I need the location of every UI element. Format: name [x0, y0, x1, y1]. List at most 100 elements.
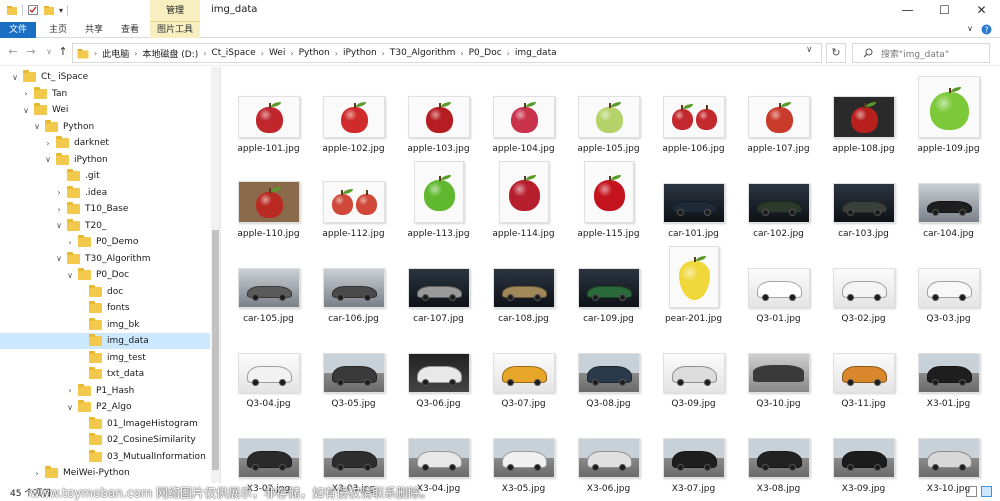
- chevron-down-icon[interactable]: ∨: [65, 271, 75, 280]
- file-item[interactable]: Q3-02.jpg: [821, 240, 906, 326]
- thumbnail[interactable]: [322, 181, 385, 223]
- file-item[interactable]: Q3-08.jpg: [566, 325, 651, 411]
- breadcrumb-item[interactable]: P0_Doc: [469, 48, 502, 58]
- tree-item[interactable]: › T10_Base: [0, 201, 210, 217]
- thumbnail[interactable]: [413, 161, 464, 223]
- details-view-icon[interactable]: [966, 486, 977, 497]
- file-list[interactable]: apple-101.jpg apple-102.jpg apple-103.jpg a…: [226, 70, 996, 494]
- thumbnail[interactable]: [322, 353, 385, 393]
- tree-item[interactable]: ∨ Python: [0, 119, 210, 135]
- thumbnail[interactable]: [832, 183, 895, 223]
- properties-icon[interactable]: [27, 4, 39, 16]
- thumbnail[interactable]: [747, 96, 810, 138]
- file-item[interactable]: car-105.jpg: [226, 240, 311, 326]
- navigation-pane[interactable]: ∨ Ct_ iSpace › Tan ∨ Wei ∨ Python › darknet ∨ iPyth…: [0, 67, 220, 483]
- file-item[interactable]: apple-102.jpg: [311, 70, 396, 156]
- thumbnail[interactable]: [577, 96, 640, 138]
- maximize-button[interactable]: ☐: [926, 0, 963, 22]
- thumbnail[interactable]: [917, 76, 980, 138]
- file-item[interactable]: car-106.jpg: [311, 240, 396, 326]
- thumbnail[interactable]: [577, 353, 640, 393]
- manage-tab[interactable]: 管理: [150, 0, 200, 22]
- tab-share[interactable]: 共享: [80, 22, 108, 38]
- large-icons-view-icon[interactable]: [981, 486, 992, 497]
- chevron-down-icon[interactable]: ∨: [65, 403, 75, 412]
- chevron-right-icon[interactable]: ›: [21, 89, 31, 98]
- chevron-right-icon[interactable]: ›: [65, 238, 75, 247]
- file-item[interactable]: apple-114.jpg: [481, 155, 566, 241]
- tree-item[interactable]: › Tan: [0, 86, 210, 102]
- thumbnail[interactable]: [322, 96, 385, 138]
- chevron-right-icon[interactable]: ›: [65, 386, 75, 395]
- breadcrumb-separator[interactable]: ›: [382, 49, 385, 58]
- breadcrumb-item[interactable]: Ct_iSpace: [211, 48, 255, 58]
- file-item[interactable]: car-104.jpg: [906, 155, 991, 241]
- file-item[interactable]: apple-105.jpg: [566, 70, 651, 156]
- tree-item[interactable]: › darknet: [0, 135, 210, 151]
- breadcrumb-separator[interactable]: ›: [203, 49, 206, 58]
- up-button[interactable]: ↑: [56, 45, 70, 58]
- file-item[interactable]: X3-01.jpg: [906, 325, 991, 411]
- file-item[interactable]: Q3-07.jpg: [481, 325, 566, 411]
- refresh-button[interactable]: ↻: [826, 43, 846, 63]
- nav-scrollbar-thumb[interactable]: [212, 230, 219, 470]
- breadcrumb-separator[interactable]: ›: [335, 49, 338, 58]
- chevron-down-icon[interactable]: ∨: [32, 122, 42, 131]
- file-item[interactable]: apple-106.jpg: [651, 70, 736, 156]
- file-item[interactable]: Q3-03.jpg: [906, 240, 991, 326]
- file-item[interactable]: apple-115.jpg: [566, 155, 651, 241]
- breadcrumb-item[interactable]: 本地磁盘 (D:): [142, 47, 198, 60]
- file-item[interactable]: Q3-10.jpg: [736, 325, 821, 411]
- breadcrumb-item[interactable]: iPython: [343, 48, 377, 58]
- breadcrumb-separator[interactable]: ›: [134, 49, 137, 58]
- breadcrumb-separator[interactable]: ›: [460, 49, 463, 58]
- tab-home[interactable]: 主页: [44, 22, 72, 38]
- file-item[interactable]: apple-113.jpg: [396, 155, 481, 241]
- breadcrumb-item[interactable]: Wei: [269, 48, 285, 58]
- tree-item[interactable]: img_test: [0, 350, 210, 366]
- tree-item[interactable]: › P0_Demo: [0, 234, 210, 250]
- thumbnail[interactable]: [917, 438, 980, 478]
- file-item[interactable]: Q3-05.jpg: [311, 325, 396, 411]
- tab-file[interactable]: 文件: [0, 22, 36, 38]
- thumbnail[interactable]: [747, 438, 810, 478]
- tree-item[interactable]: › MeiWei-Python: [0, 465, 210, 481]
- chevron-down-icon[interactable]: ∨: [54, 254, 64, 263]
- tab-view[interactable]: 查看: [116, 22, 144, 38]
- breadcrumb-separator[interactable]: ›: [290, 49, 293, 58]
- thumbnail[interactable]: [577, 438, 640, 478]
- tree-item[interactable]: ∨ T30_Algorithm: [0, 251, 210, 267]
- tree-item[interactable]: ∨ P2_Algo: [0, 399, 210, 415]
- thumbnail[interactable]: [498, 161, 549, 223]
- file-item[interactable]: car-108.jpg: [481, 240, 566, 326]
- tree-item[interactable]: 01_ImageHistogram: [0, 416, 210, 432]
- folder-icon[interactable]: [6, 4, 18, 16]
- tree-item[interactable]: img_bk: [0, 317, 210, 333]
- thumbnail[interactable]: [747, 268, 810, 308]
- thumbnail[interactable]: [237, 268, 300, 308]
- help-icon[interactable]: ?: [981, 24, 992, 35]
- breadcrumb-item[interactable]: 此电脑: [102, 47, 129, 60]
- thumbnail[interactable]: [237, 181, 300, 223]
- tree-item[interactable]: 02_CosineSimilarity: [0, 432, 210, 448]
- search-box[interactable]: 搜索"img_data": [852, 43, 990, 63]
- file-item[interactable]: Q3-06.jpg: [396, 325, 481, 411]
- thumbnail[interactable]: [832, 353, 895, 393]
- thumbnail[interactable]: [237, 96, 300, 138]
- breadcrumb-separator[interactable]: ›: [507, 49, 510, 58]
- thumbnail[interactable]: [577, 268, 640, 308]
- thumbnail[interactable]: [917, 183, 980, 223]
- tree-item[interactable]: .git: [0, 168, 210, 184]
- tree-item[interactable]: ∨ Ct_ iSpace: [0, 69, 210, 85]
- thumbnail[interactable]: [407, 268, 470, 308]
- recent-locations-button[interactable]: ∨: [42, 47, 56, 56]
- address-dropdown[interactable]: ∨: [806, 45, 818, 55]
- file-item[interactable]: Q3-11.jpg: [821, 325, 906, 411]
- thumbnail[interactable]: [747, 353, 810, 393]
- tree-item[interactable]: › .idea: [0, 185, 210, 201]
- file-item[interactable]: apple-101.jpg: [226, 70, 311, 156]
- file-item[interactable]: car-103.jpg: [821, 155, 906, 241]
- chevron-down-icon[interactable]: ∨: [43, 155, 53, 164]
- thumbnail[interactable]: [917, 353, 980, 393]
- breadcrumb-item[interactable]: T30_Algorithm: [390, 48, 456, 58]
